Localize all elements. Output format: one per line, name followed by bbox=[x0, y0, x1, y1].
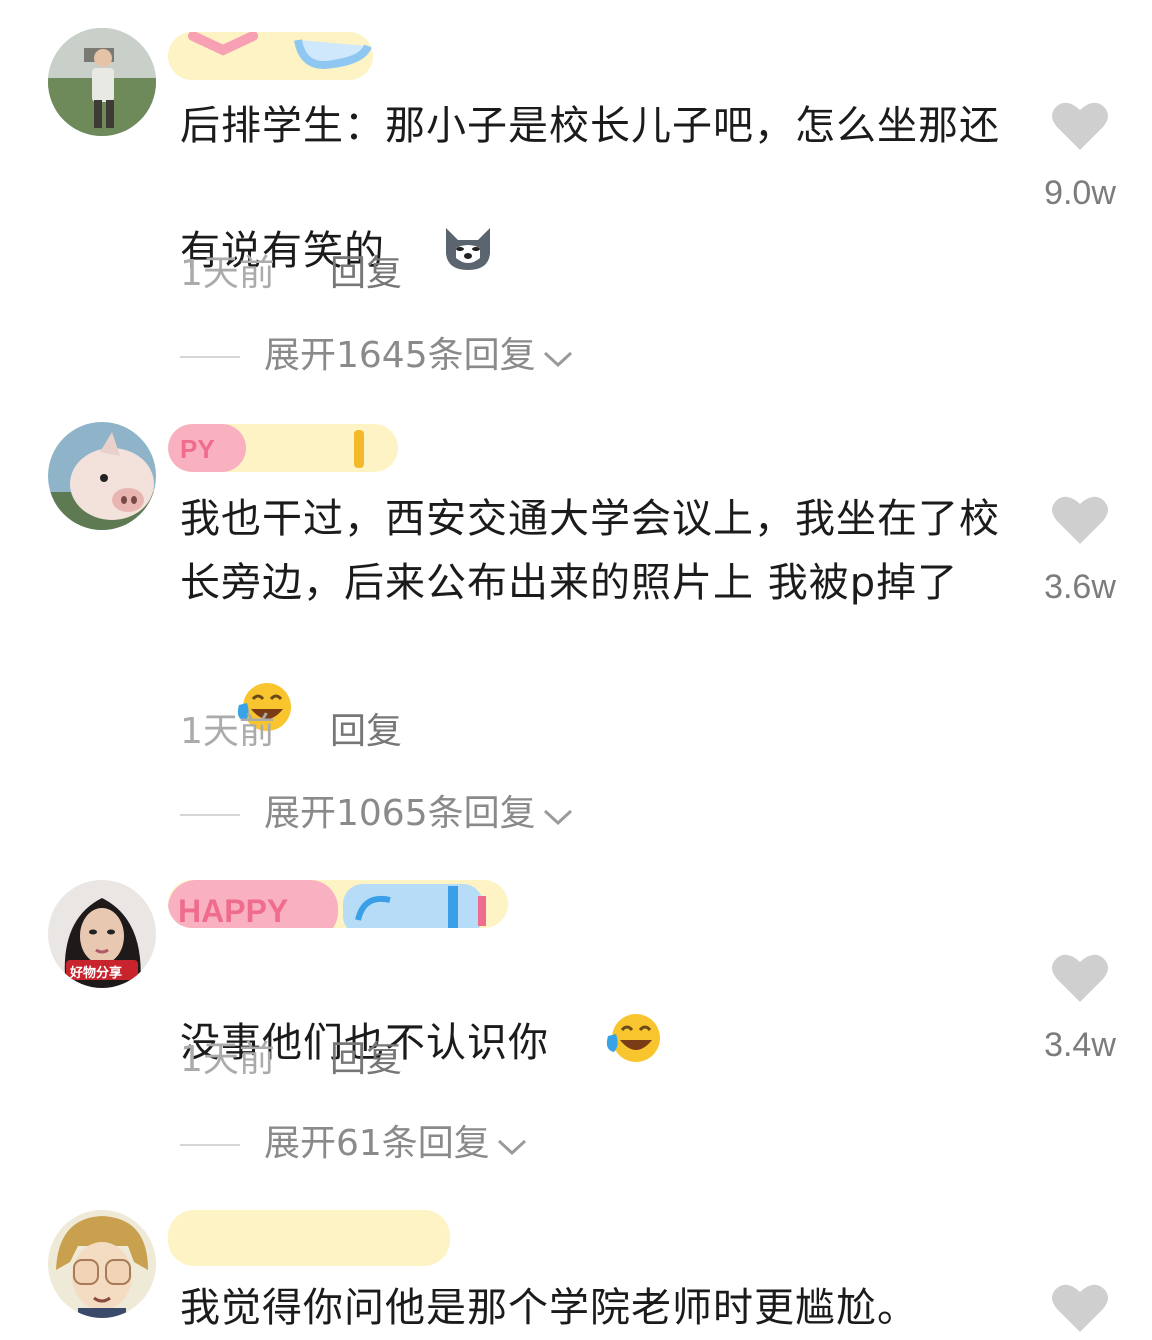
user-avatar[interactable] bbox=[48, 28, 156, 136]
reply-button[interactable]: 回复 bbox=[330, 1030, 402, 1082]
user-avatar[interactable] bbox=[48, 422, 156, 530]
expand-replies-label: 展开1065条回复 bbox=[264, 793, 536, 834]
expand-replies-label: 展开61条回复 bbox=[264, 1123, 490, 1164]
user-avatar[interactable] bbox=[48, 1210, 156, 1318]
user-avatar[interactable]: 好物分享 bbox=[48, 880, 156, 988]
username-redacted[interactable] bbox=[168, 32, 373, 80]
like-button[interactable]: 3.6w bbox=[1040, 494, 1120, 607]
piglet-avatar-icon bbox=[48, 422, 156, 530]
divider-line bbox=[180, 1144, 240, 1146]
expand-replies-button[interactable]: 展开1065条回复 bbox=[180, 784, 574, 836]
comment-text: 后排学生：那小子是校长儿子吧，怎么坐那还有说有笑的 bbox=[180, 94, 1010, 293]
redaction-sticker-icon: HAPPY bbox=[168, 880, 486, 928]
laughing-tears-emoji-icon bbox=[549, 946, 664, 1085]
comment-text: 没事他们也不认识你 bbox=[180, 946, 1010, 1085]
comment-time: 1天前 bbox=[180, 711, 275, 752]
anime-covering-eyes-avatar-icon bbox=[48, 1210, 156, 1318]
comment-time: 1天前 bbox=[180, 1039, 275, 1080]
expand-replies-button[interactable]: 展开61条回复 bbox=[180, 1114, 528, 1166]
svg-text:PY: PY bbox=[180, 434, 215, 464]
like-button[interactable] bbox=[1040, 1282, 1120, 1338]
divider-line bbox=[180, 814, 240, 816]
like-button[interactable]: 3.4w bbox=[1040, 952, 1120, 1065]
chevron-down-icon bbox=[496, 1125, 528, 1166]
username-redacted[interactable]: PY bbox=[168, 424, 398, 472]
comment-meta: 1天前 回复 bbox=[180, 702, 402, 754]
like-count: 3.4w bbox=[1044, 1026, 1116, 1064]
reply-button[interactable]: 回复 bbox=[330, 244, 402, 296]
expand-replies-label: 展开1645条回复 bbox=[264, 335, 536, 376]
username-redacted[interactable] bbox=[168, 1210, 450, 1266]
redaction-sticker-icon bbox=[188, 32, 372, 69]
heart-icon bbox=[1052, 954, 1108, 1002]
comment-text: 我也干过，西安交通大学会议上，我坐在了校长旁边，后来公布出来的照片上 我被p掉了 bbox=[180, 487, 1010, 754]
comment-meta: 1天前 回复 bbox=[180, 244, 402, 296]
comment-time: 1天前 bbox=[180, 253, 275, 294]
like-button[interactable]: 9.0w bbox=[1040, 100, 1120, 213]
expand-replies-button[interactable]: 展开1645条回复 bbox=[180, 326, 574, 378]
chevron-down-icon bbox=[542, 337, 574, 378]
heart-icon bbox=[1052, 102, 1108, 150]
comment-text: 我觉得你问他是那个学院老师时更尴尬。 bbox=[180, 1285, 918, 1331]
avatar-badge: 好物分享 bbox=[70, 966, 123, 981]
boy-photo-avatar-icon bbox=[48, 28, 156, 136]
username-redacted[interactable]: HAPPY bbox=[168, 880, 508, 928]
chevron-down-icon bbox=[542, 795, 574, 836]
divider-line bbox=[180, 356, 240, 358]
comment-meta: 1天前 回复 bbox=[180, 1030, 402, 1082]
heart-icon bbox=[1052, 496, 1108, 544]
reply-button[interactable]: 回复 bbox=[330, 702, 402, 754]
svg-text:HAPPY: HAPPY bbox=[178, 893, 288, 928]
like-count: 9.0w bbox=[1044, 174, 1116, 212]
like-count: 3.6w bbox=[1044, 568, 1116, 606]
redaction-sticker-icon: PY bbox=[168, 424, 364, 472]
heart-icon bbox=[1052, 1284, 1108, 1332]
